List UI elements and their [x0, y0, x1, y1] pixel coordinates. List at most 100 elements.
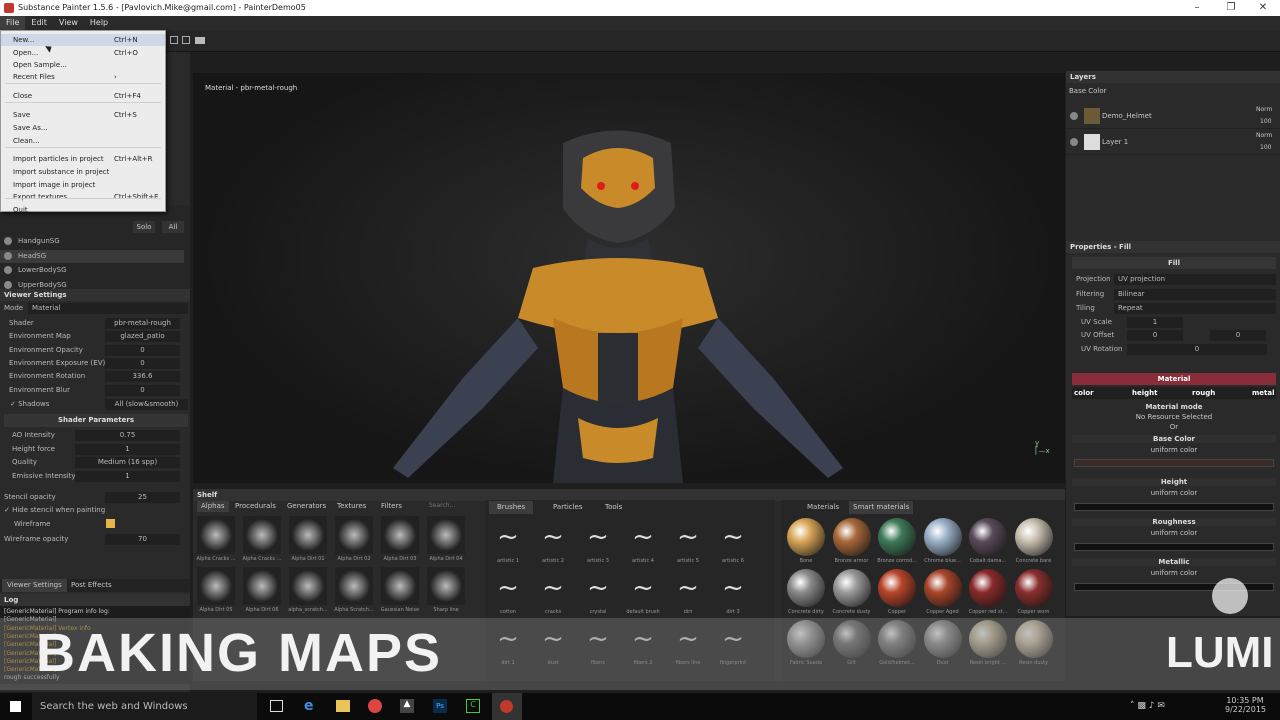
- layer-visibility-icon[interactable]: [1070, 112, 1078, 120]
- layer-opacity[interactable]: 100: [1260, 118, 1271, 125]
- shelf-tab[interactable]: Alphas: [197, 501, 229, 512]
- app-icon[interactable]: ▲: [400, 699, 414, 713]
- file-menu-item[interactable]: Import particles in project Ctrl+Alt+R: [1, 153, 165, 165]
- alpha-thumbnail[interactable]: [197, 567, 235, 605]
- brush-tab[interactable]: Particles: [545, 501, 591, 514]
- alpha-thumbnail[interactable]: [289, 567, 327, 605]
- menu-file[interactable]: File: [0, 16, 26, 30]
- tab-post-effects[interactable]: Post Effects: [66, 579, 117, 592]
- alpha-thumbnail[interactable]: [381, 567, 419, 605]
- property-select[interactable]: UV projection: [1114, 274, 1276, 285]
- property-select[interactable]: Repeat: [1114, 303, 1276, 314]
- stencil-opacity-slider[interactable]: 25: [105, 492, 180, 503]
- shelf-search-input[interactable]: Search...: [429, 502, 465, 513]
- property-select[interactable]: Bilinear: [1114, 288, 1276, 300]
- texture-set-item[interactable]: HandgunSG: [0, 235, 184, 248]
- brush-thumbnail[interactable]: ~: [489, 519, 527, 555]
- viewer-setting-value[interactable]: 0: [105, 384, 180, 396]
- tab-viewer-settings[interactable]: Viewer Settings: [2, 579, 67, 592]
- alpha-thumbnail[interactable]: [427, 567, 465, 605]
- taskbar-search-box[interactable]: Search the web and Windows: [32, 693, 257, 720]
- visibility-icon[interactable]: [4, 266, 12, 274]
- mode-select[interactable]: Material: [28, 303, 188, 314]
- viewer-setting-value[interactable]: pbr-metal-rough: [105, 318, 180, 329]
- all-button[interactable]: All: [162, 221, 184, 233]
- visibility-icon[interactable]: [4, 280, 12, 289]
- brush-thumbnail[interactable]: ~: [534, 570, 572, 606]
- channel-value-slider[interactable]: [1074, 543, 1274, 551]
- shader-param-value[interactable]: Medium (16 spp): [75, 457, 180, 469]
- camtasia-icon[interactable]: C: [466, 699, 480, 713]
- task-view-icon[interactable]: [270, 700, 283, 712]
- file-menu-item[interactable]: Recent Files ›: [1, 71, 165, 83]
- visibility-icon[interactable]: [4, 237, 12, 245]
- viewer-setting-value[interactable]: 336.6: [105, 371, 180, 383]
- shelf-tab[interactable]: Procedurals: [231, 501, 280, 512]
- 3d-viewport[interactable]: Material - pbr-metal-rough y ⎡—x: [193, 73, 1065, 483]
- channel-select[interactable]: Base Color: [1069, 86, 1113, 97]
- maximize-button[interactable]: ❐: [1214, 0, 1248, 16]
- texture-set-item[interactable]: LowerBodySG: [0, 264, 184, 277]
- brush-thumbnail[interactable]: ~: [669, 570, 707, 606]
- tool-icon[interactable]: [182, 36, 190, 44]
- alpha-thumbnail[interactable]: [243, 567, 281, 605]
- material-ball[interactable]: [1014, 569, 1053, 607]
- file-menu-item[interactable]: Clean...: [1, 135, 165, 147]
- viewer-setting-value[interactable]: 0: [105, 344, 180, 356]
- alpha-thumbnail[interactable]: [335, 567, 373, 605]
- alpha-thumbnail[interactable]: [289, 516, 327, 554]
- shader-param-value[interactable]: 1: [75, 443, 180, 455]
- file-menu-item[interactable]: Open... Ctrl+O: [1, 47, 165, 59]
- clock[interactable]: 10:35 PM 9/22/2015: [1225, 696, 1266, 714]
- material-tab[interactable]: Smart materials: [849, 501, 914, 514]
- alpha-thumbnail[interactable]: [381, 516, 419, 554]
- material-ball[interactable]: [969, 518, 1007, 556]
- menu-edit[interactable]: Edit: [25, 16, 53, 30]
- tab-rough[interactable]: rough: [1192, 387, 1215, 399]
- brush-thumbnail[interactable]: ~: [579, 519, 617, 555]
- brush-thumbnail[interactable]: ~: [624, 519, 662, 555]
- channel-value-slider[interactable]: [1074, 503, 1274, 511]
- channel-value-slider[interactable]: [1074, 459, 1274, 467]
- edge-browser-icon[interactable]: e: [304, 698, 314, 714]
- tab-color[interactable]: color: [1074, 387, 1094, 399]
- tool-icon[interactable]: [170, 36, 178, 44]
- menu-view[interactable]: View: [53, 16, 84, 30]
- brush-thumbnail[interactable]: ~: [714, 570, 752, 606]
- material-ball[interactable]: [923, 518, 962, 556]
- layer-blend-mode[interactable]: Norm: [1256, 132, 1272, 139]
- material-tab[interactable]: Materials: [803, 501, 843, 514]
- chrome-icon[interactable]: [368, 699, 382, 713]
- uv-rotation-field[interactable]: 0: [1127, 344, 1267, 355]
- shadows-checkbox-row[interactable]: ✓ Shadows: [10, 398, 49, 411]
- layer-row[interactable]: Demo_Helmet Norm 100: [1066, 104, 1280, 129]
- file-menu-item[interactable]: Quit: [1, 204, 165, 216]
- brush-tab[interactable]: Tools: [597, 501, 630, 514]
- shader-param-value[interactable]: 1: [75, 470, 180, 482]
- close-window-button[interactable]: ✕: [1246, 0, 1280, 16]
- file-menu-item[interactable]: Save Ctrl+S: [1, 109, 165, 121]
- system-tray-icons[interactable]: ˄ ▩ ♪ ✉: [1130, 701, 1165, 711]
- shelf-tab[interactable]: Generators: [283, 501, 330, 512]
- uv-scale-field[interactable]: 1: [1127, 317, 1183, 328]
- material-ball[interactable]: [832, 569, 871, 607]
- viewer-setting-value[interactable]: 0: [105, 357, 180, 369]
- file-menu-item[interactable]: Export textures... Ctrl+Shift+E: [1, 191, 165, 203]
- material-ball[interactable]: [923, 569, 962, 607]
- shadows-select[interactable]: All (slow&smooth): [105, 399, 188, 410]
- tab-height[interactable]: height: [1132, 387, 1157, 399]
- wireframe-color-swatch[interactable]: [106, 519, 115, 528]
- brush-thumbnail[interactable]: ~: [624, 570, 662, 606]
- tab-metal[interactable]: metal: [1252, 387, 1275, 399]
- material-ball[interactable]: [878, 569, 916, 607]
- material-mode-value[interactable]: No Resource Selected: [1072, 412, 1276, 422]
- file-menu-item[interactable]: Import substance in project: [1, 166, 165, 178]
- layer-blend-mode[interactable]: Norm: [1256, 106, 1272, 113]
- file-explorer-icon[interactable]: [336, 700, 350, 712]
- texture-set-item[interactable]: HeadSG: [0, 249, 184, 263]
- wireframe-opacity-slider[interactable]: 70: [105, 534, 180, 545]
- file-menu-item[interactable]: Save As...: [1, 122, 165, 134]
- alpha-thumbnail[interactable]: [427, 516, 465, 554]
- viewer-setting-value[interactable]: glazed_patio: [105, 331, 180, 343]
- file-menu-item[interactable]: Open Sample...: [1, 59, 165, 71]
